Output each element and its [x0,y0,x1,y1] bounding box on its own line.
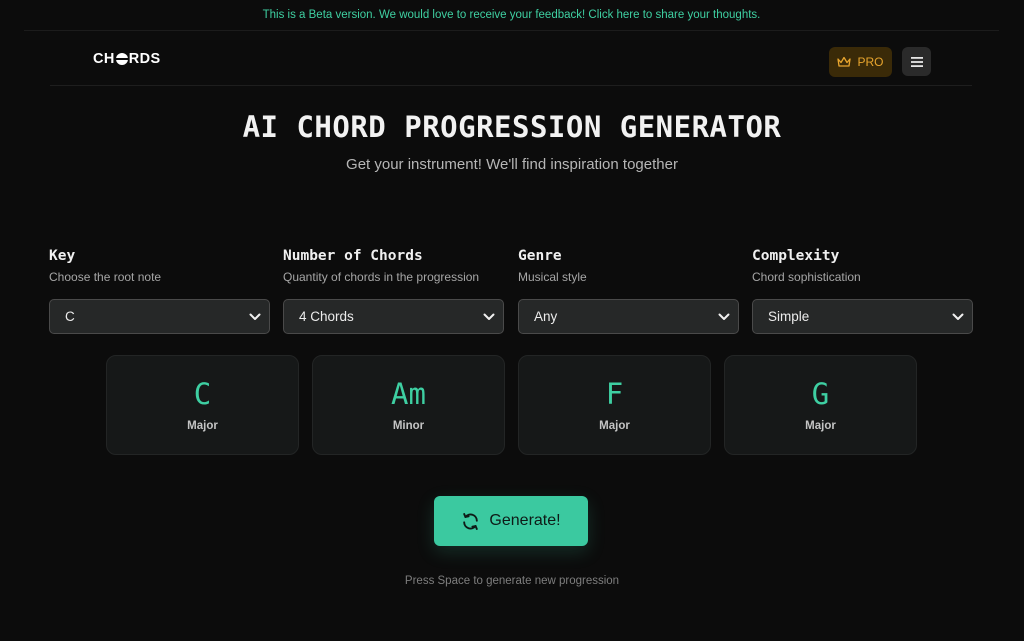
beta-banner-text[interactable]: This is a Beta version. We would love to… [263,9,761,21]
chevron-down-icon [718,313,730,320]
chord-root: G [811,377,830,411]
genre-select[interactable]: Any [518,299,739,334]
generate-label: Generate! [489,512,561,529]
page-title: AI CHORD PROGRESSION GENERATOR [242,110,782,144]
logo-text-start: CH [93,51,115,67]
chord-quality: Major [187,420,218,432]
pro-button[interactable]: PRO [829,47,892,77]
chord-card[interactable]: C Major [106,355,299,455]
refresh-icon [463,512,479,530]
chord-card[interactable]: G Major [724,355,917,455]
chord-card[interactable]: Am Minor [312,355,505,455]
chord-quality: Major [599,420,630,432]
logo-disc-icon [115,53,128,65]
chevron-down-icon [249,313,261,320]
chevron-down-icon [952,313,964,320]
chord-count-select-value: 4 Chords [299,309,354,324]
chord-count-control: Number of Chords Quantity of chords in t… [283,248,504,334]
menu-button[interactable] [902,47,931,76]
genre-select-value: Any [534,309,558,324]
beta-banner[interactable]: This is a Beta version. We would love to… [24,0,999,31]
chord-root: F [605,377,624,411]
chord-count-label: Number of Chords [283,248,423,264]
complexity-control: Complexity Chord sophistication Simple [752,248,973,334]
chord-root: C [193,377,212,411]
logo[interactable]: CH RDS [93,51,161,67]
chord-root: Am [391,377,426,411]
genre-control: Genre Musical style Any [518,248,739,334]
logo-text-end: RDS [128,51,161,67]
chord-quality: Minor [392,420,425,432]
genre-label: Genre [518,248,562,264]
complexity-label: Complexity [752,248,840,264]
chord-count-hint: Quantity of chords in the progression [283,270,480,284]
chord-card[interactable]: F Major [518,355,711,455]
key-control: Key Choose the root note C [49,248,270,334]
key-label: Key [49,248,76,264]
header: CH RDS PRO [50,31,972,86]
generate-button[interactable]: Generate! [434,496,588,546]
key-hint: Choose the root note [49,270,162,284]
chord-quality: Major [805,420,836,432]
page-subtitle: Get your instrument! We'll find inspirat… [346,156,678,173]
crown-icon [837,56,852,67]
hamburger-menu-icon [910,56,923,67]
complexity-select[interactable]: Simple [752,299,973,334]
pro-label: PRO [857,55,884,69]
key-select[interactable]: C [49,299,270,334]
chord-count-select[interactable]: 4 Chords [283,299,504,334]
complexity-hint: Chord sophistication [752,270,861,284]
keyboard-hint: Press Space to generate new progression [404,575,620,587]
chevron-down-icon [483,313,495,320]
complexity-select-value: Simple [768,309,810,324]
key-select-value: C [65,309,75,324]
genre-hint: Musical style [518,270,587,284]
